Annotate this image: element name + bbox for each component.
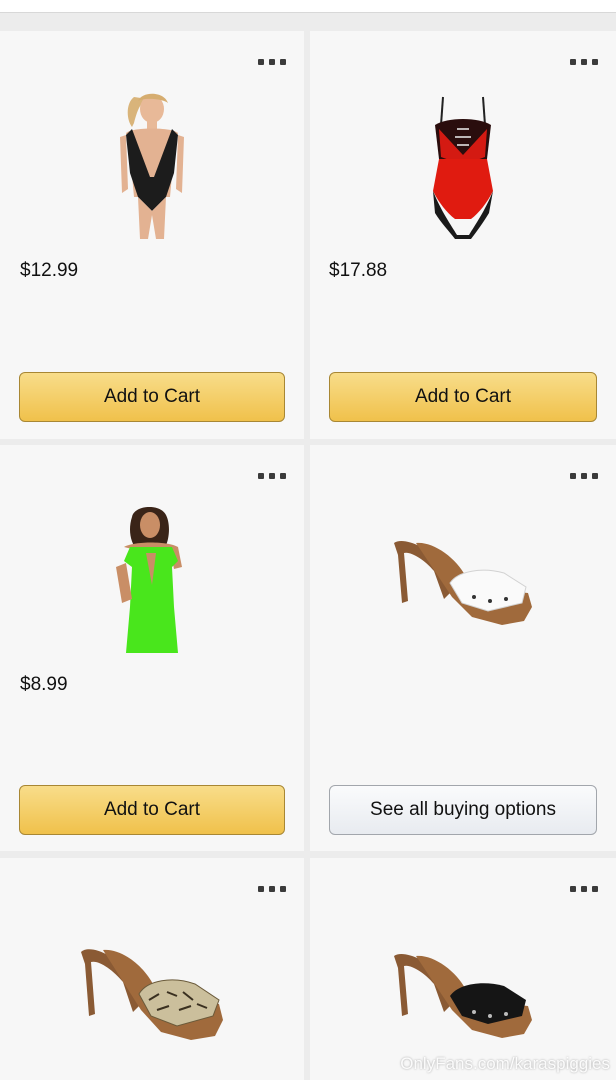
more-options-icon[interactable] xyxy=(570,471,598,481)
add-to-cart-button[interactable]: Add to Cart xyxy=(19,785,285,835)
product-image-green-dress[interactable] xyxy=(112,506,192,655)
product-image-black-bodysuit[interactable] xyxy=(112,93,192,241)
more-options-icon[interactable] xyxy=(258,471,286,481)
more-options-icon[interactable] xyxy=(258,57,286,67)
product-card[interactable] xyxy=(310,858,616,1080)
add-to-cart-button[interactable]: Add to Cart xyxy=(329,372,597,422)
product-price: $17.88 xyxy=(329,260,388,281)
top-bar xyxy=(0,0,616,13)
product-image-snakeskin-clog[interactable] xyxy=(79,944,225,1044)
product-card[interactable]: $8.99 Add to Cart xyxy=(0,445,304,851)
watermark-text: OnlyFans.com/karaspiggies xyxy=(400,1054,610,1073)
product-image-black-clog[interactable] xyxy=(392,950,534,1042)
product-card[interactable]: See all buying options xyxy=(310,445,616,851)
product-image-red-bodysuit[interactable] xyxy=(427,95,499,241)
see-all-buying-options-button[interactable]: See all buying options xyxy=(329,785,597,835)
more-options-icon[interactable] xyxy=(570,57,598,67)
add-to-cart-button[interactable]: Add to Cart xyxy=(19,372,285,422)
product-card[interactable] xyxy=(0,858,304,1080)
product-price: $8.99 xyxy=(20,674,68,695)
product-image-white-clog[interactable] xyxy=(392,537,534,629)
more-options-icon[interactable] xyxy=(570,884,598,894)
product-price: $12.99 xyxy=(20,260,79,281)
more-options-icon[interactable] xyxy=(258,884,286,894)
product-card[interactable]: $12.99 Add to Cart xyxy=(0,31,304,439)
product-card[interactable]: $17.88 Add to Cart xyxy=(310,31,616,439)
